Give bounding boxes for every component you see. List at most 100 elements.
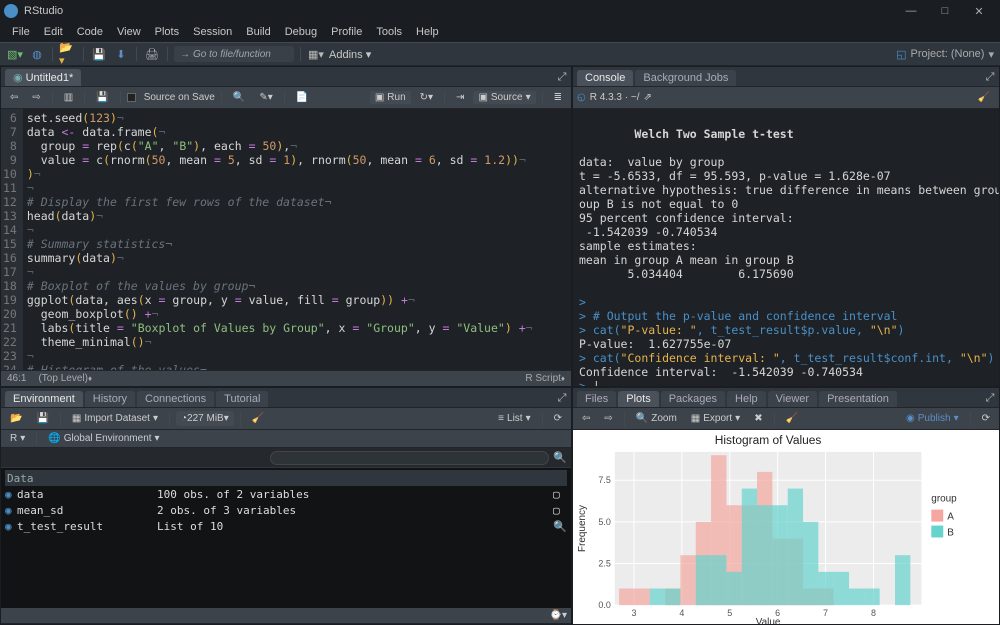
back-button[interactable]: ⇦	[5, 91, 23, 104]
menu-build[interactable]: Build	[240, 24, 276, 40]
refresh-env-icon[interactable]: ⟳	[549, 412, 567, 425]
show-in-new-window-icon[interactable]: ▥	[59, 91, 78, 104]
new-project-icon[interactable]: ◍	[28, 45, 46, 63]
scope-menu[interactable]: (Top Level)	[38, 373, 87, 384]
import-dataset-button[interactable]: ▦ Import Dataset ▾	[67, 412, 163, 425]
source-on-save-checkbox[interactable]	[127, 93, 136, 102]
new-file-icon[interactable]: ▧▾	[6, 45, 24, 63]
refresh-plot-icon[interactable]: ⟳	[977, 412, 995, 425]
editor-tab-bar: ◉Untitled1* ⤢	[1, 67, 571, 87]
list-mode-button[interactable]: ≡ List ▾	[493, 412, 535, 425]
menu-file[interactable]: File	[6, 24, 36, 40]
clear-plots-icon[interactable]: 🧹	[781, 412, 803, 425]
export-button[interactable]: ▦ Export ▾	[686, 412, 745, 425]
svg-text:Frequency: Frequency	[577, 505, 588, 552]
save-workspace-icon[interactable]: 💾	[31, 412, 53, 425]
save-button[interactable]: 💾	[91, 91, 113, 104]
source-button[interactable]: ▣ Source ▾	[473, 91, 535, 104]
plot-prev-icon[interactable]: ⇦	[577, 412, 595, 425]
tab-history[interactable]: History	[85, 391, 135, 407]
env-scope-bar: R ▾ 🌐 Global Environment ▾	[1, 430, 571, 448]
forward-button[interactable]: ⇨	[27, 91, 45, 104]
menu-view[interactable]: View	[111, 24, 147, 40]
close-button[interactable]: ✕	[962, 1, 996, 21]
find-replace-icon[interactable]: 🔍	[228, 91, 250, 104]
goto-file-function-input[interactable]: →Go to file/function	[174, 46, 294, 62]
env-history-icon[interactable]: ⌚▾	[550, 610, 567, 621]
console-output[interactable]: Welch Two Sample t-test data: value by g…	[573, 109, 999, 386]
menu-profile[interactable]: Profile	[325, 24, 368, 40]
plot-next-icon[interactable]: ⇨	[599, 412, 617, 425]
env-item-mean_sd[interactable]: ◉mean_sd2 obs. of 3 variables▢	[5, 502, 567, 518]
svg-text:B: B	[947, 528, 954, 539]
editor-tab[interactable]: ◉Untitled1*	[5, 69, 81, 86]
menu-code[interactable]: Code	[71, 24, 109, 40]
console-path-icon[interactable]: ⇗	[643, 92, 651, 103]
go-to-section-icon[interactable]: ⇥	[451, 91, 469, 104]
console-pane: ConsoleBackground Jobs ⤢ ◵ R 4.3.3 · ~/ …	[572, 66, 1000, 387]
notebook-icon[interactable]: 📄	[291, 91, 313, 104]
zoom-button[interactable]: 🔍 Zoom	[631, 412, 682, 425]
load-workspace-icon[interactable]: 📂	[5, 412, 27, 425]
maximize-plot-icon[interactable]: ⤢	[981, 389, 999, 407]
source-pane: ◉Untitled1* ⤢ ⇦ ⇨ ▥ 💾 Source on Save 🔍 ✎…	[0, 66, 572, 387]
env-search-bar: 🔍	[1, 448, 571, 468]
svg-text:2.5: 2.5	[598, 559, 610, 569]
tab-plots[interactable]: Plots	[618, 391, 658, 407]
tab-tutorial[interactable]: Tutorial	[216, 391, 268, 407]
env-item-data[interactable]: ◉data100 obs. of 2 variables▢	[5, 486, 567, 502]
menu-plots[interactable]: Plots	[149, 24, 185, 40]
rstudio-logo-icon	[4, 4, 18, 18]
svg-text:group: group	[931, 494, 957, 505]
publish-button[interactable]: ◉ Publish ▾	[901, 412, 964, 425]
grid-icon[interactable]: ▦▾	[307, 45, 325, 63]
tab-viewer[interactable]: Viewer	[768, 391, 817, 407]
maximize-button[interactable]: □	[928, 1, 962, 21]
svg-text:4: 4	[679, 608, 684, 618]
source-on-save-label: Source on Save	[144, 92, 215, 103]
tab-console[interactable]: Console	[577, 70, 633, 86]
clear-env-icon[interactable]: 🧹	[247, 412, 269, 425]
env-item-t_test_result[interactable]: ◉t_test_resultList of 10🔍	[5, 518, 567, 534]
tab-connections[interactable]: Connections	[137, 391, 214, 407]
remove-plot-icon[interactable]: ✖	[749, 412, 767, 425]
maximize-pane-icon[interactable]: ⤢	[553, 68, 571, 86]
tab-files[interactable]: Files	[577, 391, 616, 407]
tab-packages[interactable]: Packages	[661, 391, 725, 407]
wand-icon[interactable]: ✎▾	[254, 91, 277, 104]
search-icon[interactable]: 🔍	[553, 451, 567, 464]
tab-help[interactable]: Help	[727, 391, 766, 407]
r-scope-button[interactable]: R ▾	[5, 432, 30, 445]
main-toolbar: ▧▾ ◍ 📂▾ 💾 ⬇ 🖨 →Go to file/function ▦▾ Ad…	[0, 42, 1000, 66]
menu-session[interactable]: Session	[187, 24, 238, 40]
rerun-icon[interactable]: ↻▾	[415, 91, 438, 104]
tab-environment[interactable]: Environment	[5, 391, 83, 407]
menu-edit[interactable]: Edit	[38, 24, 69, 40]
svg-text:5.0: 5.0	[598, 517, 610, 527]
clear-console-icon[interactable]: 🧹	[973, 91, 995, 104]
maximize-env-icon[interactable]: ⤢	[553, 389, 571, 407]
global-env-button[interactable]: 🌐 Global Environment ▾	[43, 432, 164, 445]
menu-tools[interactable]: Tools	[370, 24, 408, 40]
tab-background-jobs[interactable]: Background Jobs	[635, 70, 736, 86]
maximize-console-icon[interactable]: ⤢	[981, 68, 999, 86]
cursor-position: 46:1	[7, 373, 26, 384]
menu-help[interactable]: Help	[410, 24, 445, 40]
memory-indicator[interactable]: ◔ 227 MiB ▾	[176, 411, 234, 426]
minimize-button[interactable]: —	[894, 1, 928, 21]
env-search-input[interactable]	[270, 451, 549, 465]
editor-status-bar: 46:1 (Top Level) ♦ R Script ♦	[1, 370, 571, 386]
open-file-icon[interactable]: 📂▾	[59, 45, 77, 63]
save-all-icon[interactable]: ⬇	[112, 45, 130, 63]
file-type-label[interactable]: R Script	[525, 373, 561, 384]
outline-toggle-icon[interactable]: ≣	[549, 91, 567, 104]
addins-button[interactable]: Addins ▾	[329, 48, 371, 61]
svg-text:5: 5	[727, 608, 732, 618]
print-icon[interactable]: 🖨	[143, 45, 161, 63]
menu-debug[interactable]: Debug	[279, 24, 323, 40]
run-button[interactable]: ▣ Run	[370, 91, 411, 104]
code-editor[interactable]: 6 7 8 9 10 11 12 13 14 15 16 17 18 19 20…	[1, 109, 571, 370]
project-menu[interactable]: ◱ Project: (None) ▾	[896, 48, 994, 61]
save-icon[interactable]: 💾	[90, 45, 108, 63]
tab-presentation[interactable]: Presentation	[819, 391, 897, 407]
